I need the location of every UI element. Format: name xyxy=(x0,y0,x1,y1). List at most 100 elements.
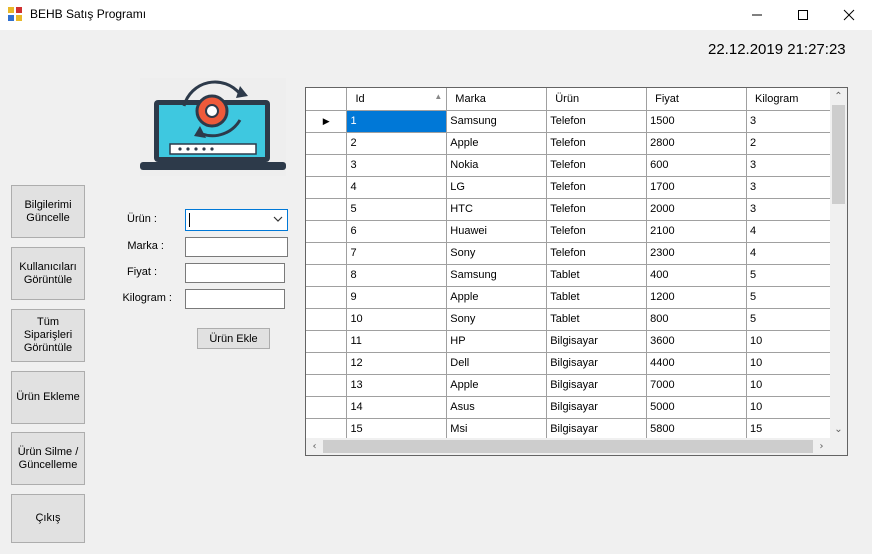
row-header[interactable] xyxy=(306,242,348,265)
column-header-id[interactable]: Id ▲ xyxy=(346,88,448,111)
table-row[interactable]: 3 Nokia Telefon 600 3 xyxy=(306,154,847,177)
row-header[interactable] xyxy=(306,418,348,441)
table-cell[interactable]: Bilgisayar xyxy=(546,330,648,353)
table-cell[interactable]: 12 xyxy=(346,352,448,375)
table-cell[interactable]: Sony xyxy=(446,308,548,331)
table-cell[interactable]: Dell xyxy=(446,352,548,375)
table-row[interactable]: 15 Msi Bilgisayar 5800 15 xyxy=(306,418,847,441)
table-cell[interactable]: Bilgisayar xyxy=(546,418,648,441)
table-cell[interactable]: 7 xyxy=(346,242,448,265)
table-cell[interactable]: Apple xyxy=(446,286,548,309)
table-row[interactable]: 6 Huawei Telefon 2100 4 xyxy=(306,220,847,243)
table-cell[interactable]: Huawei xyxy=(446,220,548,243)
column-header-marka[interactable]: Marka xyxy=(446,88,548,111)
row-header[interactable] xyxy=(306,374,348,397)
table-cell[interactable]: 600 xyxy=(646,154,748,177)
table-cell[interactable]: 2 xyxy=(346,132,448,155)
table-row[interactable]: 5 HTC Telefon 2000 3 xyxy=(306,198,847,221)
table-cell[interactable]: Tablet xyxy=(546,286,648,309)
row-header[interactable] xyxy=(306,396,348,419)
table-cell[interactable]: Bilgisayar xyxy=(546,396,648,419)
row-header[interactable] xyxy=(306,132,348,155)
corner-header[interactable] xyxy=(306,88,348,111)
table-cell[interactable]: 5 xyxy=(346,198,448,221)
column-header-fiyat[interactable]: Fiyat xyxy=(646,88,748,111)
exit-button[interactable]: Çıkış xyxy=(11,494,85,543)
column-header-urun[interactable]: Ürün xyxy=(546,88,648,111)
table-cell[interactable]: 13 xyxy=(346,374,448,397)
table-cell[interactable]: Asus xyxy=(446,396,548,419)
table-cell[interactable]: 6 xyxy=(346,220,448,243)
table-row[interactable]: 14 Asus Bilgisayar 5000 10 xyxy=(306,396,847,419)
table-row[interactable]: 10 Sony Tablet 800 5 xyxy=(306,308,847,331)
row-header[interactable] xyxy=(306,308,348,331)
table-cell[interactable]: 2100 xyxy=(646,220,748,243)
scroll-up-icon[interactable]: ⌃ xyxy=(830,88,847,105)
table-cell[interactable]: 2000 xyxy=(646,198,748,221)
table-cell[interactable]: Tablet xyxy=(546,308,648,331)
add-product-submit-button[interactable]: Ürün Ekle xyxy=(197,328,270,349)
table-cell[interactable]: 1700 xyxy=(646,176,748,199)
table-cell[interactable]: 5800 xyxy=(646,418,748,441)
table-cell[interactable]: 9 xyxy=(346,286,448,309)
table-row[interactable]: 4 LG Telefon 1700 3 xyxy=(306,176,847,199)
table-row[interactable]: 11 HP Bilgisayar 3600 10 xyxy=(306,330,847,353)
delete-update-product-button[interactable]: Ürün Silme / Güncelleme xyxy=(11,432,85,485)
table-row[interactable]: 8 Samsung Tablet 400 5 xyxy=(306,264,847,287)
table-row[interactable]: 12 Dell Bilgisayar 4400 10 xyxy=(306,352,847,375)
row-header[interactable] xyxy=(306,286,348,309)
table-cell[interactable]: 1200 xyxy=(646,286,748,309)
row-header[interactable] xyxy=(306,264,348,287)
table-cell[interactable]: Telefon xyxy=(546,154,648,177)
add-product-button[interactable]: Ürün Ekleme xyxy=(11,371,85,424)
table-cell[interactable]: Bilgisayar xyxy=(546,374,648,397)
table-cell[interactable]: Apple xyxy=(446,374,548,397)
table-cell[interactable]: 3 xyxy=(346,154,448,177)
table-cell[interactable]: 400 xyxy=(646,264,748,287)
table-cell[interactable]: 15 xyxy=(346,418,448,441)
table-cell[interactable]: 8 xyxy=(346,264,448,287)
vertical-scrollbar[interactable]: ⌃ ⌄ xyxy=(830,88,847,438)
row-header[interactable] xyxy=(306,220,348,243)
table-cell[interactable]: Bilgisayar xyxy=(546,352,648,375)
table-cell[interactable]: Telefon xyxy=(546,176,648,199)
maximize-button[interactable] xyxy=(780,0,826,30)
table-row[interactable]: 9 Apple Tablet 1200 5 xyxy=(306,286,847,309)
view-all-orders-button[interactable]: Tüm Siparişleri Görüntüle xyxy=(11,309,85,362)
table-cell[interactable]: 14 xyxy=(346,396,448,419)
minimize-button[interactable] xyxy=(734,0,780,30)
table-cell[interactable]: 2300 xyxy=(646,242,748,265)
kilogram-input[interactable] xyxy=(185,289,285,309)
table-cell[interactable]: Telefon xyxy=(546,242,648,265)
close-button[interactable] xyxy=(826,0,872,30)
row-header[interactable] xyxy=(306,330,348,353)
row-header[interactable] xyxy=(306,198,348,221)
products-datagrid[interactable]: Id ▲ Marka Ürün Fiyat Kilogram ▶ 1 Samsung T… xyxy=(305,87,848,456)
table-cell[interactable]: Samsung xyxy=(446,264,548,287)
table-cell[interactable]: HTC xyxy=(446,198,548,221)
row-header[interactable] xyxy=(306,352,348,375)
table-cell[interactable]: 800 xyxy=(646,308,748,331)
vertical-scroll-thumb[interactable] xyxy=(832,105,845,204)
chevron-down-icon[interactable] xyxy=(273,214,283,224)
table-row[interactable]: ▶ 1 Samsung Telefon 1500 3 xyxy=(306,110,847,133)
table-cell[interactable]: Tablet xyxy=(546,264,648,287)
horizontal-scroll-thumb[interactable] xyxy=(323,440,813,453)
product-combobox[interactable] xyxy=(185,209,288,231)
table-row[interactable]: 13 Apple Bilgisayar 7000 10 xyxy=(306,374,847,397)
row-header[interactable] xyxy=(306,154,348,177)
horizontal-scrollbar[interactable]: ‹ › xyxy=(306,438,830,455)
table-row[interactable]: 7 Sony Telefon 2300 4 xyxy=(306,242,847,265)
table-cell[interactable]: Telefon xyxy=(546,110,648,133)
table-cell[interactable]: Telefon xyxy=(546,220,648,243)
table-cell[interactable]: 5000 xyxy=(646,396,748,419)
table-cell[interactable]: 4 xyxy=(346,176,448,199)
table-cell[interactable]: HP xyxy=(446,330,548,353)
table-cell[interactable]: Sony xyxy=(446,242,548,265)
scroll-right-icon[interactable]: › xyxy=(813,438,830,455)
table-cell[interactable]: 1 xyxy=(346,110,448,133)
table-cell[interactable]: 4400 xyxy=(646,352,748,375)
table-row[interactable]: 2 Apple Telefon 2800 2 xyxy=(306,132,847,155)
row-header[interactable]: ▶ xyxy=(306,110,348,133)
table-cell[interactable]: Nokia xyxy=(446,154,548,177)
